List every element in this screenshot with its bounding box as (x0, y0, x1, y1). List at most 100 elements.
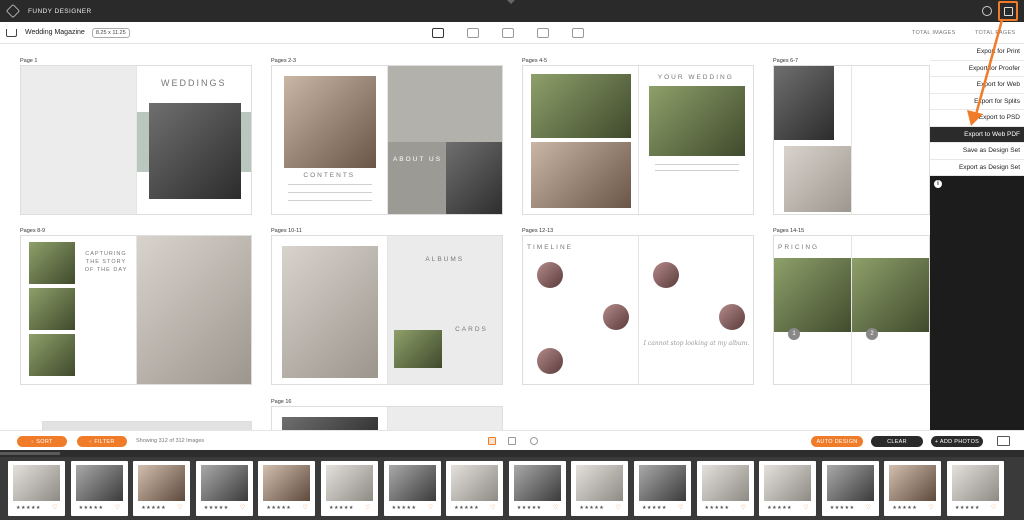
heart-icon[interactable]: ♡ (991, 504, 996, 511)
filmstrip-thumbnail[interactable]: ★★★★★ ♡ (383, 461, 441, 516)
thumbnail-image (13, 465, 60, 501)
filter-button[interactable]: ‹ FILTER (77, 436, 127, 447)
heart-icon[interactable]: ♡ (490, 504, 495, 511)
heart-icon[interactable]: ♡ (553, 504, 558, 511)
app-title: FUNDY DESIGNER (28, 7, 92, 15)
spread-pages-14-15[interactable]: PRICING 1 2 (773, 235, 930, 385)
spread-page-1[interactable]: WEDDINGS (20, 65, 252, 215)
filmstrip-thumbnail[interactable]: ★★★★★ ♡ (8, 461, 65, 516)
heart-icon[interactable]: ♡ (803, 504, 808, 511)
export-for-proofer[interactable]: Export for Proofer (930, 60, 1024, 77)
filmstrip-thumbnail[interactable]: ★★★★★ ♡ (884, 461, 942, 516)
spread-page-16[interactable] (271, 406, 503, 430)
project-name[interactable]: Wedding Magazine (25, 29, 85, 36)
heart-icon[interactable]: ♡ (928, 504, 933, 511)
export-for-print[interactable]: Export for Print (930, 44, 1024, 61)
heart-icon[interactable]: ♡ (240, 504, 245, 511)
filmstrip-thumbnail[interactable]: ★★★★★ ♡ (946, 461, 1004, 516)
heart-icon[interactable]: ♡ (177, 504, 182, 511)
cover-icon[interactable] (537, 28, 549, 38)
thumbnail-image (263, 465, 311, 501)
spread-pages-12-13[interactable]: TIMELINE I cannot stop looking at my alb… (522, 235, 754, 385)
rating-stars[interactable]: ★★★★★ (579, 505, 604, 511)
capturing-heading: CAPTURING THE STORY OF THE DAY (84, 251, 128, 273)
auto-design-button[interactable]: AUTO DESIGN (811, 436, 863, 447)
spread-pages-2-3[interactable]: CONTENTS ABOUT US (271, 65, 503, 215)
filmstrip-thumbnail[interactable]: ★★★★★ ♡ (696, 461, 754, 516)
clear-button[interactable]: CLEAR (871, 436, 923, 447)
rating-stars[interactable]: ★★★★★ (141, 505, 166, 511)
spread-pages-4-5[interactable]: YOUR WEDDING (522, 65, 754, 215)
thumbnail-image (889, 465, 937, 501)
view-toggle-icon[interactable] (997, 436, 1010, 446)
info-icon[interactable]: i (934, 180, 942, 188)
thumbnail-image (576, 465, 624, 501)
layout-icon[interactable] (467, 28, 479, 38)
rating-stars[interactable]: ★★★★★ (392, 505, 417, 511)
rating-stars[interactable]: ★★★★★ (830, 505, 855, 511)
filmstrip-thumbnail[interactable]: ★★★★★ ♡ (70, 461, 128, 516)
hand-icon[interactable] (572, 28, 584, 38)
cover-photo (148, 103, 241, 199)
filmstrip-thumbnail[interactable]: ★★★★★ ♡ (133, 461, 191, 516)
filmstrip-thumbnail[interactable]: ★★★★★ ♡ (508, 461, 566, 516)
pages-icon[interactable] (502, 28, 514, 38)
settings-icon[interactable] (982, 6, 992, 16)
sort-button[interactable]: ‹ SORT (17, 436, 67, 447)
add-photos-button[interactable]: + ADD PHOTOS (931, 436, 983, 447)
grid-icon[interactable] (508, 437, 516, 445)
export-for-splits[interactable]: Export for Splits (930, 93, 1024, 110)
filmstrip-thumbnail[interactable]: ★★★★★ ♡ (258, 461, 316, 516)
export-for-web[interactable]: Export for Web (930, 77, 1024, 94)
spread-pages-10-11[interactable]: ALBUMS CARDS (271, 235, 503, 385)
rating-stars[interactable]: ★★★★★ (892, 505, 917, 511)
filmstrip-thumbnail[interactable]: ★★★★★ ♡ (633, 461, 691, 516)
heart-icon[interactable]: ♡ (365, 504, 370, 511)
spread-view-icon[interactable] (432, 28, 444, 38)
thumbnail-image (388, 465, 436, 501)
heart-icon[interactable]: ♡ (615, 504, 620, 511)
weddings-heading: WEDDINGS (161, 78, 227, 88)
export-button[interactable] (998, 1, 1018, 21)
export-as-design-set[interactable]: Export as Design Set (930, 159, 1024, 176)
spread-grid: Page 1 WEDDINGS Pages 2-3 CONTENTS ABOUT… (0, 44, 930, 430)
face-icon[interactable] (530, 437, 538, 445)
spread-label: Pages 10-11 (271, 228, 302, 234)
save-as-design-set[interactable]: Save as Design Set (930, 143, 1024, 160)
rating-stars[interactable]: ★★★★★ (266, 505, 291, 511)
filmstrip-thumbnail[interactable]: ★★★★★ ♡ (195, 461, 253, 516)
rating-stars[interactable]: ★★★★★ (16, 505, 41, 511)
rating-stars[interactable]: ★★★★★ (767, 505, 792, 511)
heart-icon[interactable]: ♡ (866, 504, 871, 511)
rating-stars[interactable]: ★★★★★ (79, 505, 104, 511)
filmstrip-scroll[interactable] (0, 450, 1024, 457)
spread-pages-8-9[interactable]: CAPTURING THE STORY OF THE DAY (20, 235, 252, 385)
spread-label: Pages 8-9 (20, 228, 46, 234)
spread-placeholder[interactable] (42, 421, 252, 430)
spread-pages-6-7[interactable] (773, 65, 930, 215)
size-badge[interactable]: 8.25 x 11.25 (91, 27, 130, 38)
heart-icon[interactable]: ♡ (678, 504, 683, 511)
heart-icon[interactable]: ♡ (115, 504, 120, 511)
rating-stars[interactable]: ★★★★★ (517, 505, 542, 511)
filmstrip-thumbnail[interactable]: ★★★★★ ♡ (571, 461, 629, 516)
stack-icon[interactable] (488, 437, 496, 445)
filmstrip-thumbnail[interactable]: ★★★★★ ♡ (446, 461, 504, 516)
filmstrip-thumbnail[interactable]: ★★★★★ ♡ (821, 461, 879, 516)
filmstrip-thumbnail[interactable]: ★★★★★ ♡ (759, 461, 817, 516)
export-to-psd[interactable]: Export to PSD (930, 110, 1024, 127)
heart-icon[interactable]: ♡ (428, 504, 433, 511)
rating-stars[interactable]: ★★★★★ (204, 505, 229, 511)
heart-icon[interactable]: ♡ (302, 504, 307, 511)
filmstrip-thumbnail[interactable]: ★★★★★ ♡ (320, 461, 378, 516)
heart-icon[interactable]: ♡ (741, 504, 746, 511)
rating-stars[interactable]: ★★★★★ (329, 505, 354, 511)
panel-toggle-icon[interactable] (507, 0, 515, 4)
rating-stars[interactable]: ★★★★★ (454, 505, 479, 511)
total-pages-label: TOTAL PAGES (975, 30, 1016, 36)
rating-stars[interactable]: ★★★★★ (955, 505, 980, 511)
export-to-web-pdf[interactable]: Export to Web PDF (930, 126, 1024, 143)
rating-stars[interactable]: ★★★★★ (642, 505, 667, 511)
heart-icon[interactable]: ♡ (52, 504, 57, 511)
rating-stars[interactable]: ★★★★★ (705, 505, 730, 511)
